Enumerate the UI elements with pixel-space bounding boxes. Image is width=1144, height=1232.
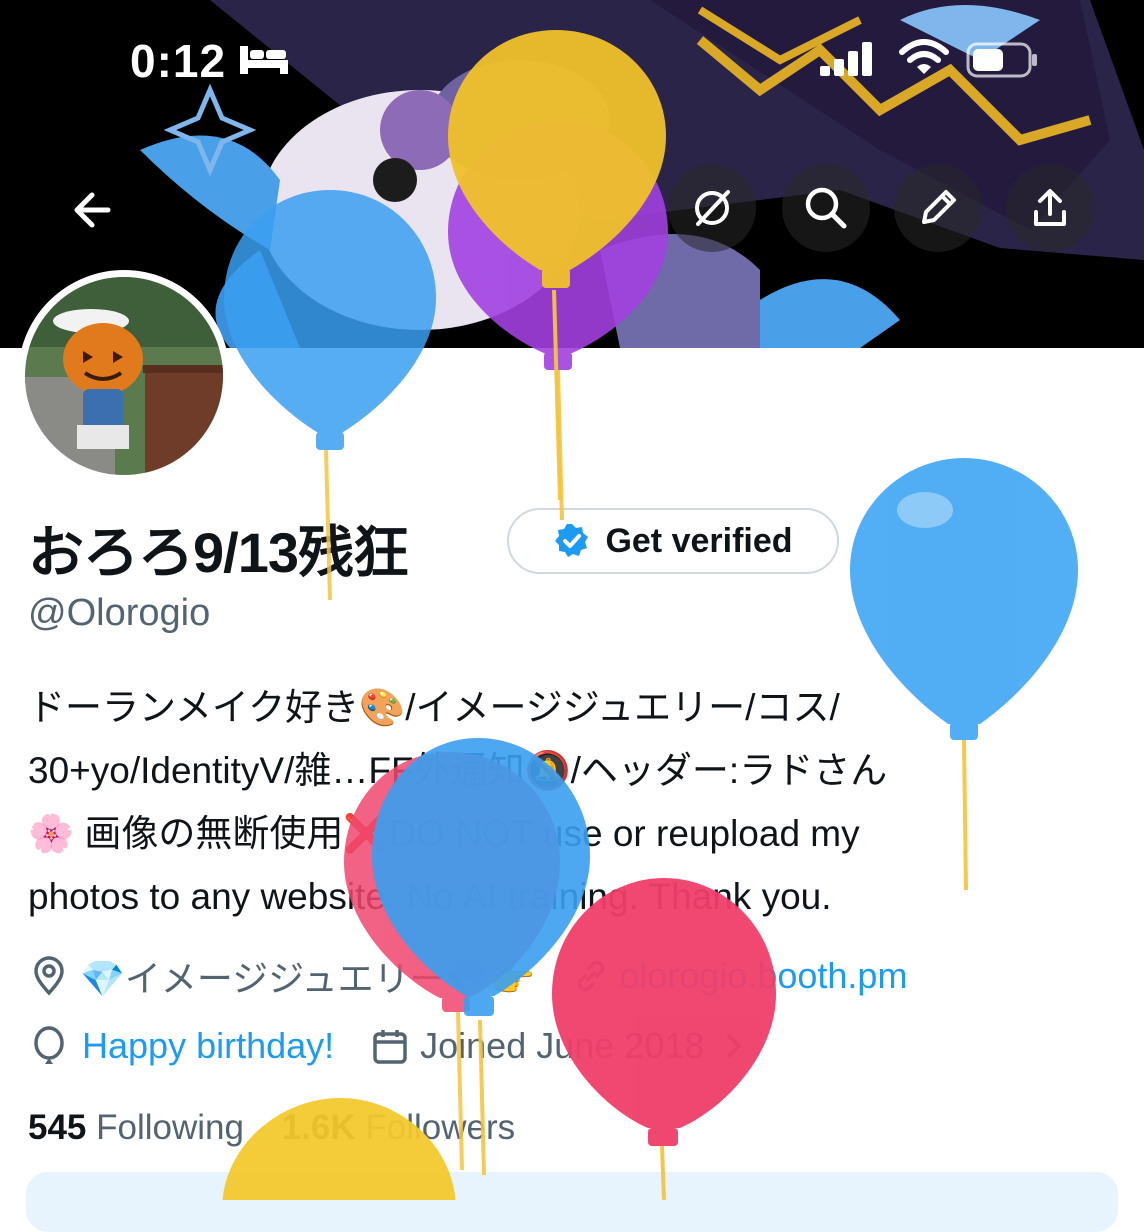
location-pin-icon [34,956,64,996]
bio-line: 30+yo/IdentityV/雑…FF外通知🔕/ヘッダー:ラドさん [28,750,888,791]
following-count: 545 [28,1108,87,1147]
followers-count: 1.6K [281,1108,356,1147]
profile-meta-row-1: 💎イメージジュエリー💎👉 olorogio.booth.pm [28,950,907,1002]
share-icon [1034,189,1066,226]
chevron-right-icon[interactable] [718,1030,750,1062]
following-stat[interactable]: 545 Following [28,1108,244,1147]
get-verified-label: Get verified [605,521,793,560]
status-time: 0:12 [130,35,227,87]
sleep-focus-icon [240,46,288,74]
following-label: Following [96,1108,244,1147]
profile-location: 💎イメージジュエリー💎👉 [80,958,536,999]
verified-badge-icon [555,524,589,557]
balloon-icon [34,1026,64,1064]
back-button[interactable] [66,182,122,238]
profile-handle: @Olorogio [28,592,211,634]
profile-meta-row-2: Happy birthday! Joined June 2018 [28,1024,750,1068]
edit-button[interactable] [894,164,982,252]
birthday-link[interactable]: Happy birthday! [82,1025,334,1067]
back-arrow-icon [74,192,111,228]
share-button[interactable] [1006,164,1094,252]
promo-card[interactable] [26,1172,1118,1232]
profile-avatar[interactable] [18,270,230,482]
profile-website-link[interactable]: olorogio.booth.pm [619,955,907,997]
profile-bio: ドーランメイク好き🎨/イメージジュエリー/コス/ 30+yo/IdentityV… [28,676,1118,928]
search-icon [805,187,847,229]
calendar-icon [373,1030,407,1064]
search-button[interactable] [782,164,870,252]
bio-line: 🌸 画像の無断使用❌DO NOT use or reupload my [28,813,860,854]
joined-date: Joined June 2018 [420,1025,705,1066]
profile-name: おろろ9/13残狂 [28,521,409,584]
grok-button[interactable] [668,164,756,252]
bio-line: ドーランメイク好き🎨/イメージジュエリー/コス/ [28,687,840,728]
battery-icon [966,42,1037,78]
grok-icon [695,190,730,226]
status-bar: 0:12 [0,0,1144,120]
pencil-icon [922,190,956,224]
follow-stats: 545 Following 1.6K Followers [28,1108,515,1148]
link-icon [577,960,605,992]
avatar-photo [25,277,223,475]
cellular-signal-icon [820,42,872,76]
wifi-icon [899,39,949,74]
followers-label: Followers [365,1108,516,1147]
followers-stat[interactable]: 1.6K Followers [282,1108,515,1147]
get-verified-button[interactable]: Get verified [507,508,839,574]
bio-line: photos to any website. No AI training. T… [28,876,832,917]
